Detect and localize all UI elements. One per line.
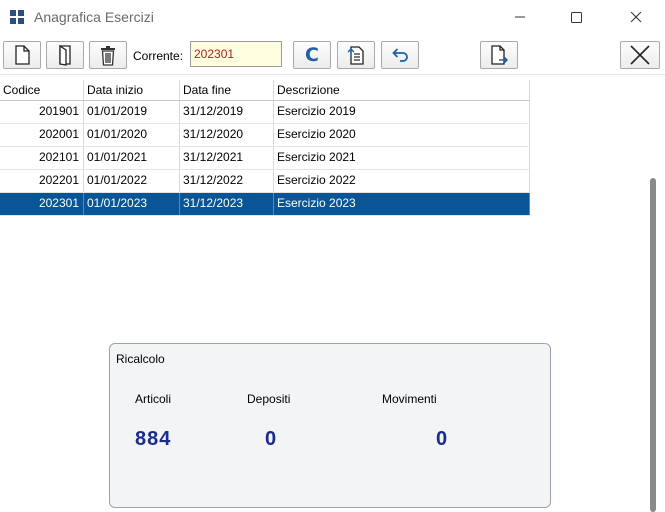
- cell-descrizione: Esercizio 2019: [274, 101, 530, 123]
- cell-codice: 201901: [0, 101, 84, 123]
- vertical-scrollbar[interactable]: [650, 178, 656, 512]
- cell-codice: 202301: [0, 193, 84, 215]
- cell-data-inizio: 01/01/2020: [84, 124, 180, 146]
- undo-button[interactable]: [381, 41, 419, 69]
- document-list-icon: [347, 46, 364, 65]
- cell-data-fine: 31/12/2022: [180, 170, 274, 192]
- window-title: Anagrafica Esercizi: [34, 9, 154, 25]
- cell-data-inizio: 01/01/2022: [84, 170, 180, 192]
- table-row[interactable]: 202301 01/01/2023 31/12/2023 Esercizio 2…: [0, 193, 530, 216]
- movimenti-label: Movimenti: [382, 392, 437, 406]
- close-form-button[interactable]: [620, 41, 660, 69]
- cell-descrizione: Esercizio 2021: [274, 147, 530, 169]
- export-button[interactable]: [480, 41, 518, 69]
- document-export-icon: [491, 45, 509, 65]
- list-document-button[interactable]: [337, 41, 375, 69]
- articoli-label: Articoli: [135, 392, 172, 406]
- grid-header: Codice Data inizio Data fine Descrizione: [0, 80, 530, 101]
- delete-button[interactable]: [89, 41, 127, 69]
- cell-data-fine: 31/12/2021: [180, 147, 274, 169]
- app-grid-icon: [10, 10, 24, 24]
- header-data-fine[interactable]: Data fine: [180, 80, 274, 100]
- open-document-icon: [59, 44, 71, 66]
- ricalcolo-panel: Ricalcolo Articoli Depositi Movimenti 88…: [109, 343, 551, 508]
- depositi-label: Depositi: [247, 392, 291, 406]
- esercizi-grid: Codice Data inizio Data fine Descrizione…: [0, 80, 530, 216]
- new-button[interactable]: [3, 41, 41, 69]
- undo-arrow-icon: [392, 48, 408, 62]
- close-x-icon: [630, 45, 650, 65]
- maximize-button[interactable]: [564, 6, 588, 28]
- cell-data-inizio: 01/01/2023: [84, 193, 180, 215]
- calc-button[interactable]: C: [293, 41, 331, 69]
- header-descrizione[interactable]: Descrizione: [274, 80, 530, 100]
- movimenti-count: 0: [436, 428, 449, 450]
- cell-data-fine: 31/12/2020: [180, 124, 274, 146]
- toolbar: Corrente: C: [0, 38, 665, 75]
- minimize-icon: [515, 16, 525, 18]
- table-row[interactable]: 202101 01/01/2021 31/12/2021 Esercizio 2…: [0, 147, 530, 170]
- ricalcolo-title: Ricalcolo: [116, 352, 165, 366]
- cell-data-fine: 31/12/2019: [180, 101, 274, 123]
- header-codice[interactable]: Codice: [0, 80, 84, 100]
- corrente-input[interactable]: [190, 41, 282, 67]
- cell-data-inizio: 01/01/2019: [84, 101, 180, 123]
- table-row[interactable]: 201901 01/01/2019 31/12/2019 Esercizio 2…: [0, 101, 530, 124]
- header-data-inizio[interactable]: Data inizio: [84, 80, 180, 100]
- depositi-count: 0: [265, 428, 278, 450]
- close-window-button[interactable]: [624, 6, 648, 28]
- close-icon: [630, 11, 642, 23]
- minimize-button[interactable]: [508, 6, 532, 28]
- maximize-icon: [571, 12, 582, 23]
- cell-codice: 202101: [0, 147, 84, 169]
- cell-data-inizio: 01/01/2021: [84, 147, 180, 169]
- title-bar: Anagrafica Esercizi: [0, 0, 665, 34]
- calc-c-icon: C: [305, 44, 319, 66]
- table-row[interactable]: 202001 01/01/2020 31/12/2020 Esercizio 2…: [0, 124, 530, 147]
- cell-descrizione: Esercizio 2020: [274, 124, 530, 146]
- trash-icon: [101, 46, 115, 66]
- toolbar-divider: [0, 74, 665, 75]
- corrente-label: Corrente:: [133, 49, 184, 63]
- cell-codice: 202001: [0, 124, 84, 146]
- cell-codice: 202201: [0, 170, 84, 192]
- cell-data-fine: 31/12/2023: [180, 193, 274, 215]
- cell-descrizione: Esercizio 2023: [274, 193, 530, 215]
- cell-descrizione: Esercizio 2022: [274, 170, 530, 192]
- articoli-count: 884: [135, 428, 172, 450]
- new-document-icon: [15, 45, 30, 65]
- open-button[interactable]: [46, 41, 84, 69]
- table-row[interactable]: 202201 01/01/2022 31/12/2022 Esercizio 2…: [0, 170, 530, 193]
